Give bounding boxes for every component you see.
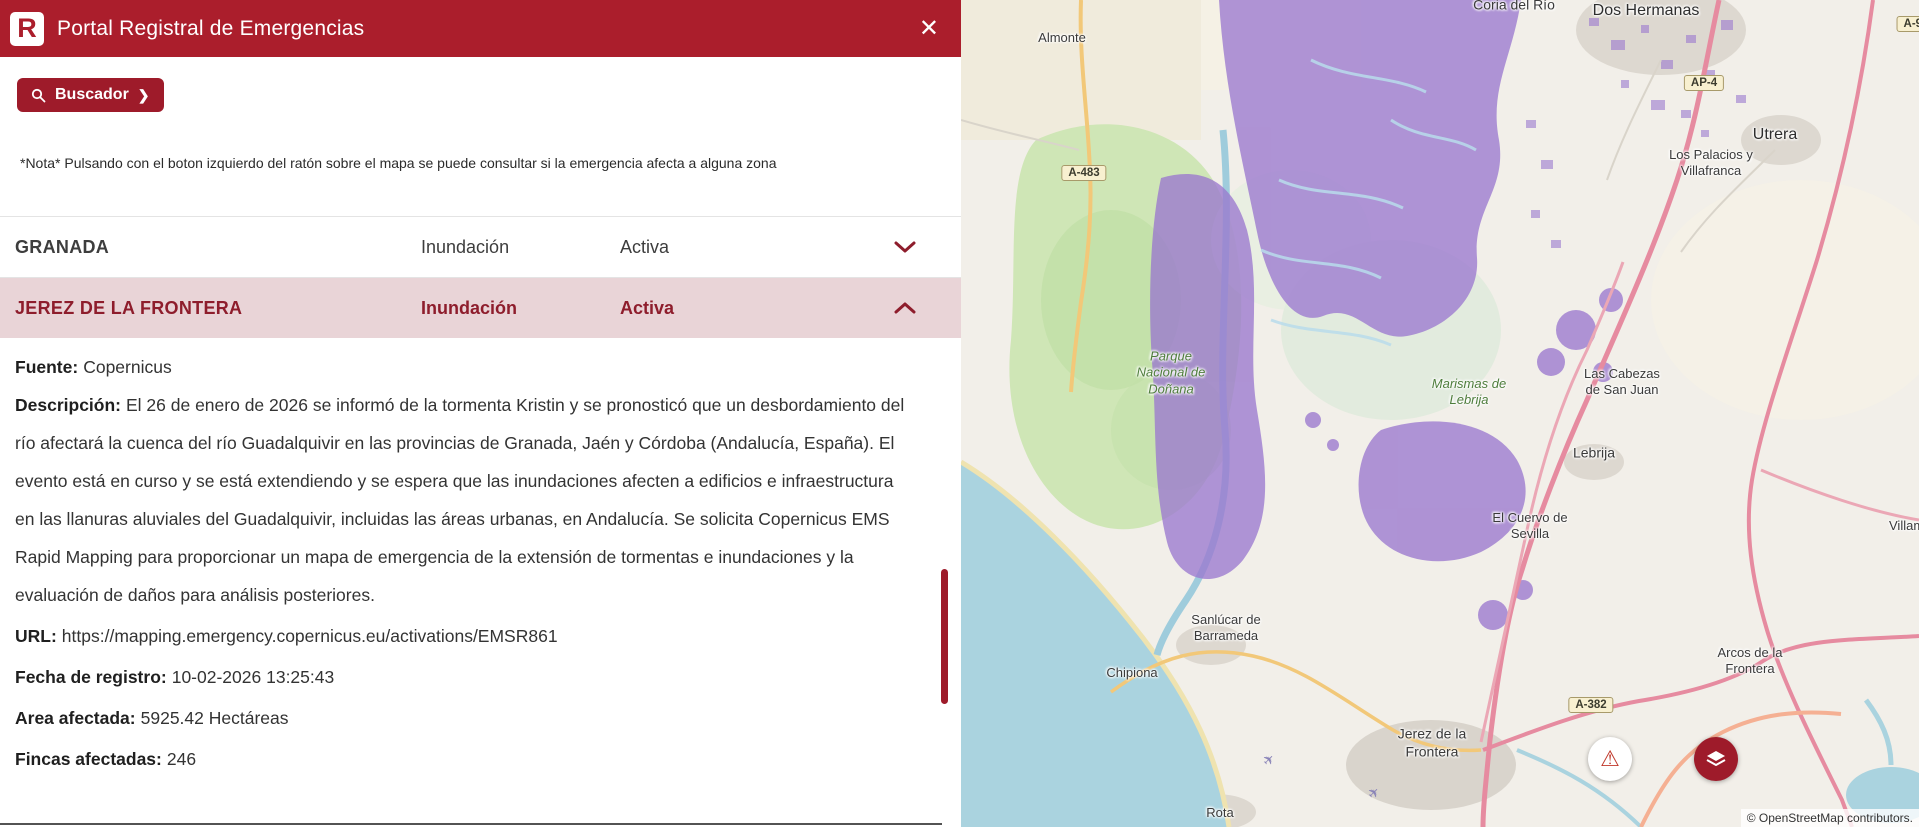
url-label: URL: (15, 626, 57, 646)
area-label: Area afectada: (15, 708, 136, 728)
emergency-map[interactable]: Almonte Coria del Río Dos Hermanas Utrer… (961, 0, 1919, 827)
emergency-status: Activa (620, 237, 849, 258)
fincas-label: Fincas afectadas: (15, 749, 162, 769)
emergency-row-jerez[interactable]: JEREZ DE LA FRONTERA Inundación Activa (0, 277, 961, 338)
map-attribution[interactable]: © OpenStreetMap contributors. (1741, 809, 1919, 827)
panel-header: R Portal Registral de Emergencias ✕ (0, 0, 961, 57)
layers-icon (1705, 749, 1727, 769)
detail-fincas: Fincas afectadas:246 (15, 740, 916, 778)
chevron-down-icon[interactable] (849, 240, 961, 254)
map-note: *Nota* Pulsando con el boton izquierdo d… (20, 155, 961, 171)
buscador-button[interactable]: Buscador ❯ (17, 78, 164, 112)
registradores-logo: R (10, 12, 44, 46)
fuente-label: Fuente: (15, 357, 78, 377)
road-shield-ap4: AP-4 (1684, 75, 1724, 91)
page-title: Portal Registral de Emergencias (57, 17, 915, 41)
fincas-value: 246 (167, 749, 196, 769)
detail-fecha: Fecha de registro:10-02-2026 13:25:43 (15, 658, 916, 696)
detail-area: Area afectada:5925.42 Hectáreas (15, 699, 916, 737)
emergency-row-granada[interactable]: GRANADA Inundación Activa (0, 216, 961, 277)
layers-button[interactable] (1694, 737, 1738, 781)
side-panel: R Portal Registral de Emergencias ✕ Busc… (0, 0, 961, 827)
emergency-type: Inundación (421, 298, 620, 319)
detail-url: URL:https://mapping.emergency.copernicus… (15, 617, 916, 655)
emergency-type: Inundación (421, 237, 620, 258)
url-value: https://mapping.emergency.copernicus.eu/… (62, 626, 558, 646)
warning-button[interactable]: ⚠ (1588, 737, 1632, 781)
area-value: 5925.42 Hectáreas (141, 708, 289, 728)
fuente-value: Copernicus (83, 357, 172, 377)
fecha-value: 10-02-2026 13:25:43 (172, 667, 335, 687)
emergency-name: JEREZ DE LA FRONTERA (0, 298, 421, 319)
fecha-label: Fecha de registro: (15, 667, 167, 687)
logo-letter: R (17, 15, 37, 42)
warning-icon: ⚠ (1600, 748, 1620, 770)
detail-descripcion: Descripción:El 26 de enero de 2026 se in… (15, 386, 916, 614)
road-shield-a382: A-382 (1568, 697, 1613, 713)
road-shield-a483: A-483 (1061, 165, 1106, 181)
basemap-graphics (961, 0, 1919, 827)
detail-fuente: Fuente:Copernicus (15, 348, 916, 386)
panel-bottom-divider (0, 823, 942, 825)
search-icon (31, 88, 46, 103)
emergencies-list: GRANADA Inundación Activa JEREZ DE LA FR… (0, 216, 961, 778)
emergency-status: Activa (620, 298, 849, 319)
close-icon[interactable]: ✕ (915, 15, 943, 43)
emergency-detail: Fuente:Copernicus Descripción:El 26 de e… (0, 338, 961, 778)
descripcion-value: El 26 de enero de 2026 se informó de la … (15, 395, 904, 605)
road-shield-a92: A-92 (1897, 16, 1919, 32)
emergency-name: GRANADA (0, 237, 421, 258)
chevron-up-icon[interactable] (849, 301, 961, 315)
buscador-label: Buscador (55, 86, 129, 104)
descripcion-label: Descripción: (15, 395, 121, 415)
chevron-right-icon: ❯ (138, 87, 150, 104)
panel-scrollbar-thumb[interactable] (941, 569, 948, 704)
